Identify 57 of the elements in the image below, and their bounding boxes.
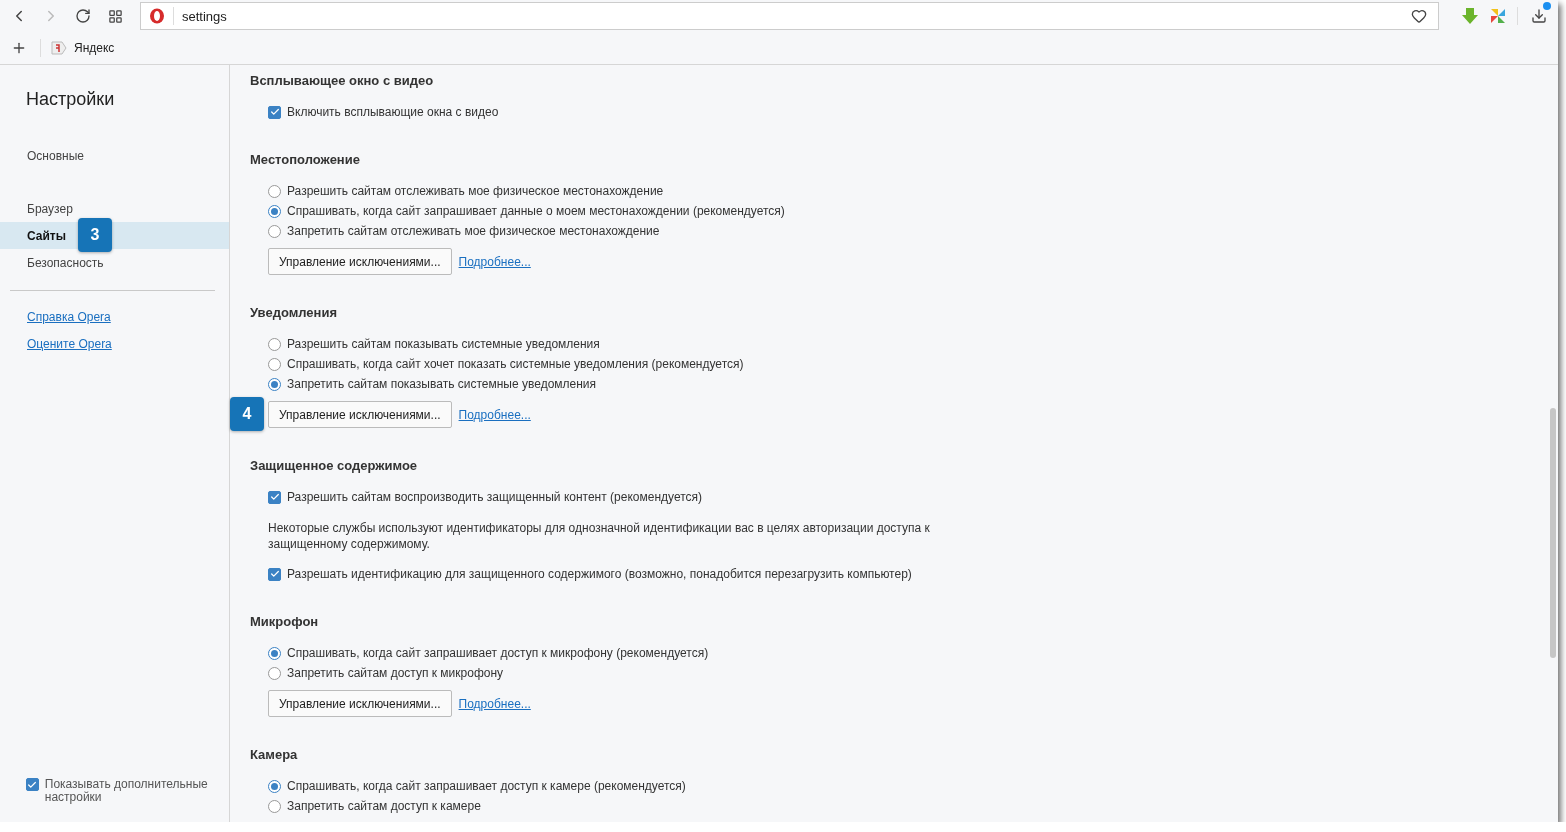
radio-label: Спрашивать, когда сайт запрашивает данные о моем местонахождении (рекомендуется) xyxy=(287,204,785,218)
radio-button[interactable] xyxy=(268,357,281,371)
radio-button[interactable] xyxy=(268,377,281,391)
bookmark-item[interactable]: Яндекс xyxy=(51,40,115,56)
section-title: Местоположение xyxy=(250,152,361,167)
section-title: Микрофон xyxy=(250,614,320,629)
step-badge: 3 xyxy=(78,218,112,252)
checkbox-label: Разрешить сайтам воспроизводить защищенный контент (рекомендуется) xyxy=(287,490,702,504)
down-arrow-icon[interactable] xyxy=(1461,7,1479,25)
section-title: Всплывающее окно с видео xyxy=(250,73,435,88)
opera-logo-icon xyxy=(149,8,165,24)
sidebar-link[interactable]: Справка Opera xyxy=(0,303,111,330)
checkbox[interactable] xyxy=(268,105,281,119)
manage-exceptions-button[interactable]: Управление исключениями... xyxy=(268,690,452,717)
checkbox[interactable] xyxy=(268,490,281,504)
address-bar[interactable]: settings xyxy=(140,2,1439,30)
radio-button[interactable] xyxy=(268,646,281,660)
description-text: Некоторые службы используют идентификаторы для однозначной идентификации вас в целях авторизации доступа к защищенному содержимому. xyxy=(267,520,931,553)
radio-label: Запретить сайтам отслеживать мое физическое местонахождение xyxy=(287,224,660,238)
radio-label: Запретить сайтам доступ к камере xyxy=(287,799,481,813)
section-title: Камера xyxy=(250,747,299,762)
radio-label: Спрашивать, когда сайт хочет показать системные уведомления (рекомендуется) xyxy=(287,357,744,371)
learn-more-link[interactable]: Подробнее... xyxy=(458,254,531,269)
radio-label: Запретить сайтам показывать системные уведомления xyxy=(287,377,597,391)
advanced-checkbox[interactable] xyxy=(26,778,39,791)
learn-more-link[interactable]: Подробнее... xyxy=(458,696,531,711)
radio-label: Разрешить сайтам показывать системные уведомления xyxy=(287,337,600,351)
step-badge: 4 xyxy=(230,397,264,431)
learn-more-link[interactable]: Подробнее... xyxy=(458,407,531,422)
checkbox-label: Включить всплывающие окна с видео xyxy=(287,105,499,119)
radio-button[interactable] xyxy=(268,224,281,238)
scrollbar-thumb[interactable] xyxy=(1550,408,1556,658)
sidebar-link[interactable]: Оцените Opera xyxy=(0,330,112,357)
sidebar-item[interactable]: Безопасность xyxy=(0,249,229,276)
notification-dot-icon xyxy=(1543,2,1551,10)
manage-exceptions-button[interactable]: Управление исключениями... xyxy=(268,401,452,428)
pinwheel-icon[interactable] xyxy=(1489,7,1507,25)
section-title: Защищенное содержимое xyxy=(250,458,419,473)
checkbox-label: Разрешать идентификацию для защищенного содержимого (возможно, понадобится перезагрузить компьютер) xyxy=(287,567,912,581)
radio-label: Разрешить сайтам отслеживать мое физическое местонахождение xyxy=(287,184,664,198)
radio-label: Спрашивать, когда сайт запрашивает доступ к микрофону (рекомендуется) xyxy=(287,646,709,660)
bookmark-favicon-icon xyxy=(51,40,67,56)
settings-title: Настройки xyxy=(25,89,116,110)
checkbox-label: Показывать дополнительные настройки xyxy=(44,778,209,804)
sidebar-item[interactable]: Основные xyxy=(0,142,229,169)
radio-label: Спрашивать, когда сайт запрашивает доступ к камере (рекомендуется) xyxy=(287,779,686,793)
radio-button[interactable] xyxy=(268,666,281,680)
radio-button[interactable] xyxy=(268,779,281,793)
address-text[interactable]: settings xyxy=(182,8,1400,24)
manage-exceptions-button[interactable]: Управление исключениями... xyxy=(268,248,452,275)
radio-button[interactable] xyxy=(268,184,281,198)
radio-label: Запретить сайтам доступ к микрофону xyxy=(287,666,504,680)
radio-button[interactable] xyxy=(268,204,281,218)
radio-button[interactable] xyxy=(268,799,281,813)
radio-button[interactable] xyxy=(268,337,281,351)
section-title: Уведомления xyxy=(250,305,339,320)
checkbox[interactable] xyxy=(268,567,281,581)
